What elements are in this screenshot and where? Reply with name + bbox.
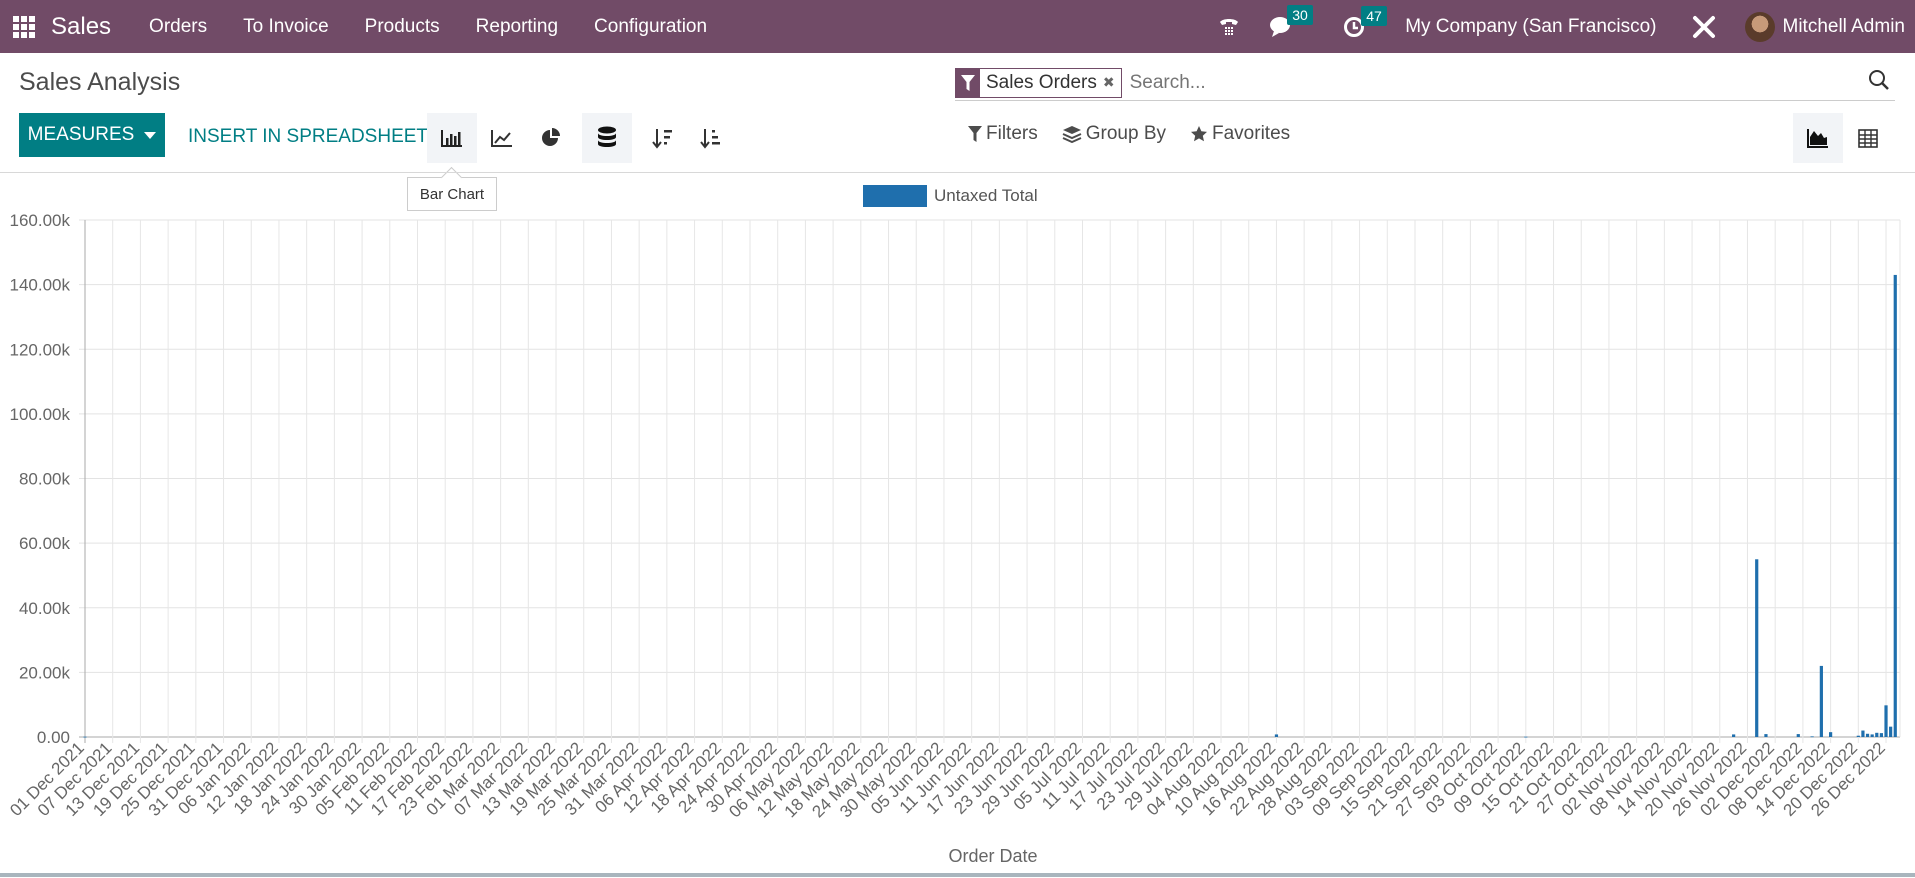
groupby-label: Group By [1086,123,1166,145]
menu-products[interactable]: Products [365,16,440,38]
bar-chart-icon [440,128,464,148]
bar [1894,275,1897,737]
bar [1275,734,1278,737]
favorites-label: Favorites [1212,123,1290,145]
legend-swatch [863,185,927,207]
line-chart-icon [490,128,514,148]
y-tick-label: 100.00k [10,405,71,424]
sort-ascending-button[interactable] [686,113,736,163]
bar [1866,734,1869,737]
bar [1732,734,1735,737]
bar [1875,733,1878,737]
bar [1755,559,1758,737]
bar [1811,736,1814,737]
favorites-dropdown[interactable]: Favorites [1190,123,1290,145]
y-tick-label: 40.00k [19,599,71,618]
top-navbar: Sales Orders To Invoice Products Reporti… [0,0,1915,53]
x-axis-label: Order Date [948,846,1037,866]
messages-badge: 30 [1287,5,1313,25]
user-avatar[interactable] [1745,12,1775,42]
graph-view: Untaxed Total 0.00 20.00k 40.00k 60.00k 80.00… [0,173,1915,873]
area-chart-icon [1806,127,1830,149]
menu-to-invoice[interactable]: To Invoice [243,16,329,38]
y-tick-label: 0.00 [37,728,70,747]
app-brand[interactable]: Sales [51,13,111,41]
bar [1524,737,1527,738]
bar [1797,734,1800,737]
menu-reporting[interactable]: Reporting [476,16,558,38]
search-input[interactable] [1130,72,1830,94]
y-tick-label: 140.00k [10,276,71,295]
messages-icon[interactable]: 30 [1269,15,1295,39]
activities-badge: 47 [1361,6,1387,26]
menu-orders[interactable]: Orders [149,16,207,38]
sort-descending-button[interactable] [638,113,688,163]
search-bar: Sales Orders ✖ [955,65,1895,101]
database-icon [597,126,617,150]
bar [1861,731,1864,737]
remove-facet-icon[interactable]: ✖ [1103,74,1115,91]
bar [1889,727,1892,737]
caret-down-icon [144,132,156,139]
bar [1820,666,1823,737]
y-tick-label: 160.00k [10,211,71,230]
insert-in-spreadsheet-button[interactable]: INSERT IN SPREADSHEET [188,126,428,148]
pie-chart-button[interactable] [526,113,576,163]
apps-menu-icon[interactable] [13,16,35,38]
filter-facet: Sales Orders ✖ [955,68,1122,98]
bar [1871,734,1874,737]
bar [1884,705,1887,737]
table-grid-icon [1857,127,1879,149]
user-menu[interactable]: Mitchell Admin [1783,16,1906,38]
bar [1764,734,1767,737]
menu-configuration[interactable]: Configuration [594,16,707,38]
pie-chart-icon [540,127,562,149]
layers-icon [1062,125,1082,143]
search-icon[interactable] [1868,69,1890,96]
filters-dropdown[interactable]: Filters [968,123,1038,145]
phone-icon[interactable] [1217,15,1241,39]
groupby-dropdown[interactable]: Group By [1062,123,1166,145]
bar [83,737,86,738]
bar-chart-button[interactable] [427,113,477,163]
y-tick-label: 20.00k [19,663,71,682]
bar [1880,733,1883,737]
legend-label: Untaxed Total [934,186,1038,205]
sort-descending-icon [652,127,674,149]
sort-ascending-icon [700,127,722,149]
measures-label: MEASURES [28,124,135,146]
y-tick-label: 60.00k [19,534,71,553]
bottom-border [0,873,1915,877]
bar-chart: Untaxed Total 0.00 20.00k 40.00k 60.00k 80.00… [0,173,1915,873]
filter-icon [956,69,980,97]
graph-view-button[interactable] [1793,113,1843,163]
bar [1857,736,1860,737]
line-chart-button[interactable] [477,113,527,163]
y-tick-label: 120.00k [10,340,71,359]
filter-icon [968,126,982,142]
pivot-view-button[interactable] [1843,113,1893,163]
company-switcher[interactable]: My Company (San Francisco) [1405,16,1656,38]
search-panel-options: Filters Group By Favorites [968,123,1314,145]
facet-value: Sales Orders [986,72,1097,94]
filters-label: Filters [986,123,1038,145]
stacked-button[interactable] [582,113,632,163]
page-title: Sales Analysis [19,68,180,97]
activities-icon[interactable]: 47 [1343,16,1365,38]
debug-tools-icon[interactable] [1691,14,1717,40]
star-icon [1190,125,1208,143]
bar [1829,732,1832,737]
measures-button[interactable]: MEASURES [19,113,165,157]
y-tick-label: 80.00k [19,470,71,489]
